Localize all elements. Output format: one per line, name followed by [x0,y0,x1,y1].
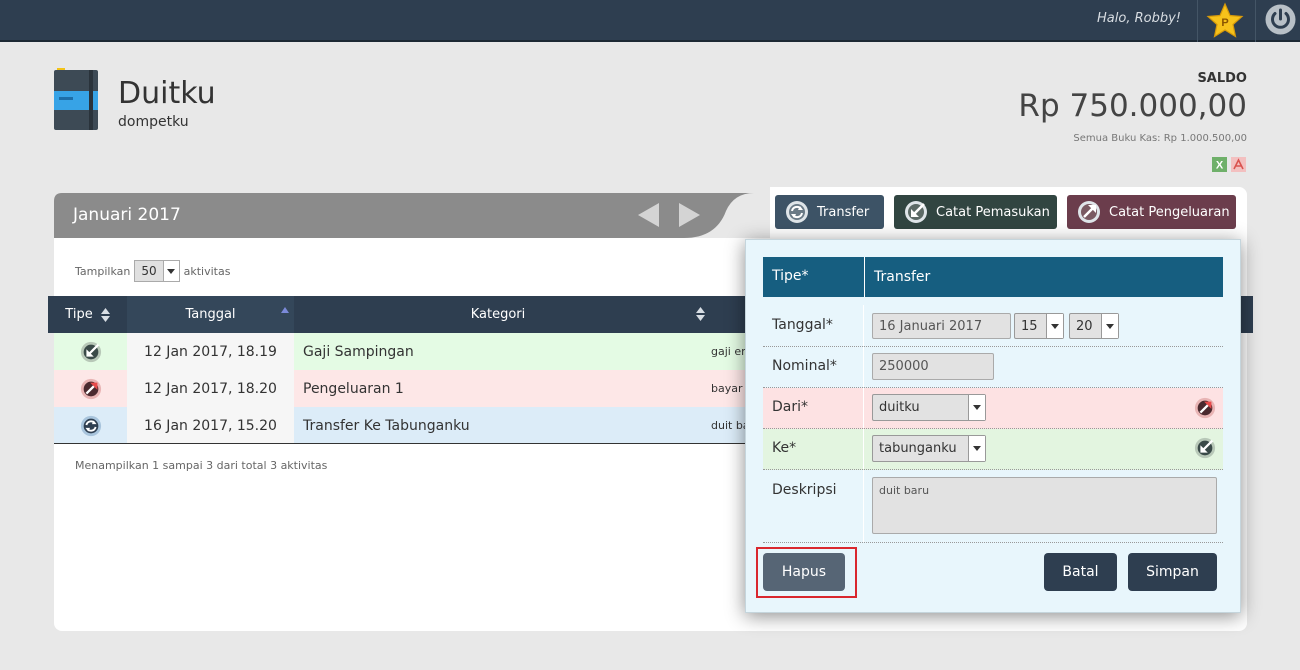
type-label: Tipe* [772,268,809,284]
pdf-export-icon[interactable] [1231,157,1246,172]
save-button[interactable]: Simpan [1128,553,1217,591]
all-books-balance: Semua Buku Kas: Rp 1.000.500,00 [1073,133,1247,144]
transfer-icon [786,201,808,223]
page-size-control: Tampilkan 50 aktivitas [75,260,230,282]
description-textarea[interactable]: duit baru [872,477,1217,534]
expense-icon [1194,397,1216,419]
description-label: Deskripsi [772,482,837,498]
svg-text:X: X [1216,160,1224,172]
expense-icon [1078,201,1100,223]
date-input[interactable]: 16 Januari 2017 [872,313,1011,339]
transfer-button[interactable]: Transfer [775,195,884,229]
income-icon [1194,437,1216,459]
table-bottom-border [54,443,754,444]
from-row: Dari* [763,388,1223,429]
amount-label: Nominal* [772,358,837,374]
income-type-icon [54,333,127,370]
balance-label: SALDO [1197,71,1247,86]
divider [1197,0,1198,42]
date-label: Tanggal* [772,317,833,333]
sort-icon [696,307,705,321]
power-icon[interactable] [1264,3,1297,36]
type-value: Transfer [864,257,1223,297]
row-date: 16 Jan 2017, 15.20 [127,407,294,444]
to-row: Ke* [763,429,1223,470]
form-type-header: Tipe* Transfer [763,257,1223,297]
page-size-value: 50 [141,264,157,278]
hour-value: 15 [1021,318,1038,334]
column-type[interactable]: Tipe [48,296,127,333]
greeting-text: Halo, Robby! [1097,11,1181,26]
column-type-label: Tipe [65,307,93,322]
excel-export-icon[interactable]: X [1212,157,1227,172]
sort-asc-icon [281,307,289,313]
target-wallet-select[interactable]: tabunganku [872,435,986,462]
add-income-button[interactable]: Catat Pemasukan [894,195,1057,229]
add-expense-button[interactable]: Catat Pengeluaran [1067,195,1236,229]
balance-value: Rp 750.000,00 [1018,88,1247,124]
amount-input[interactable]: 250000 [872,353,994,380]
delete-highlight-box [756,547,857,598]
table-row[interactable]: 16 Jan 2017, 15.20 Transfer Ke Tabungank… [54,407,754,444]
chevron-down-icon [968,395,985,420]
add-expense-label: Catat Pengeluaran [1109,204,1230,220]
table-footer-info: Menampilkan 1 sampai 3 dari total 3 akti… [75,459,328,472]
minute-select[interactable]: 20 [1069,313,1119,339]
divider [1255,0,1256,42]
add-income-label: Catat Pemasukan [936,204,1050,220]
table-row[interactable]: 12 Jan 2017, 18.19 Gaji Sampingan gaji e… [54,333,754,370]
sort-icon [100,307,110,322]
page-size-suffix: aktivitas [183,264,231,278]
top-bar: Halo, Robby! P [0,0,1300,42]
next-month-icon[interactable] [678,203,700,227]
chevron-down-icon [1046,314,1063,338]
source-wallet-select[interactable]: duitku [872,394,986,421]
cancel-button[interactable]: Batal [1044,553,1117,591]
minute-value: 20 [1076,318,1093,334]
expense-type-icon [54,370,127,407]
chevron-down-icon [162,261,179,281]
income-icon [905,201,927,223]
row-category: Pengeluaran 1 [303,380,404,397]
wallet-title: Duitku [118,76,216,111]
wallet-book-icon [54,68,100,132]
transfer-type-icon [54,407,127,444]
to-label: Ke* [772,440,797,456]
row-date: 12 Jan 2017, 18.19 [127,333,294,370]
from-label: Dari* [772,399,809,415]
column-date-label: Tanggal [185,307,236,322]
transfer-button-label: Transfer [817,204,870,220]
column-category[interactable]: Kategori [294,296,705,333]
row-category: Gaji Sampingan [303,343,414,360]
row-date: 12 Jan 2017, 18.20 [127,370,294,407]
table-row[interactable]: 12 Jan 2017, 18.20 Pengeluaran 1 bayar [54,370,754,407]
wallet-subtitle: dompetku [118,114,189,130]
chevron-down-icon [968,436,985,461]
column-date[interactable]: Tanggal [127,296,294,333]
month-label: Januari 2017 [73,205,181,225]
page-size-select[interactable]: 50 [134,260,180,282]
source-wallet-value: duitku [879,400,920,415]
prev-month-icon[interactable] [638,203,660,227]
hour-select[interactable]: 15 [1014,313,1064,339]
premium-star-icon[interactable]: P [1206,2,1244,40]
target-wallet-value: tabunganku [879,441,957,456]
page-size-prefix: Tampilkan [75,264,131,278]
premium-letter: P [1221,17,1228,29]
column-category-label: Kategori [470,307,526,322]
row-category: Transfer Ke Tabunganku [303,417,470,434]
chevron-down-icon [1101,314,1118,338]
